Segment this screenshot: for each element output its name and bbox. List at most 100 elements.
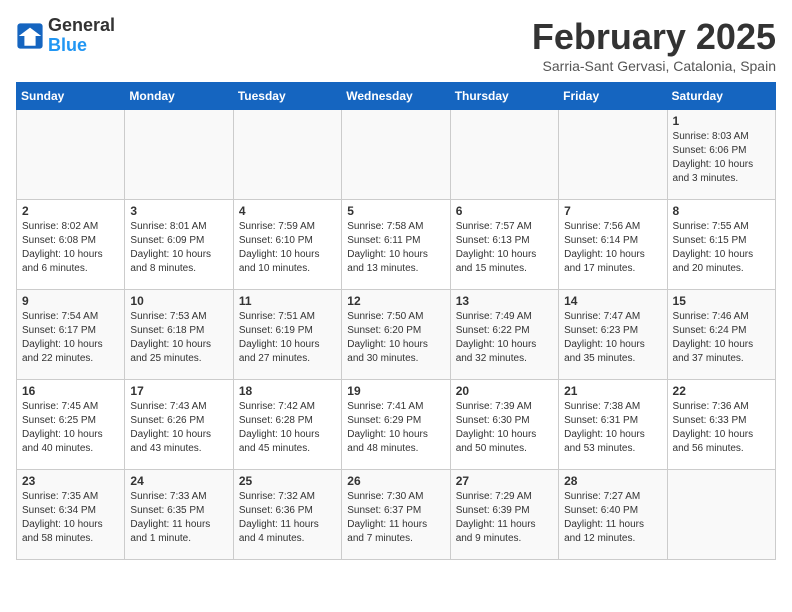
calendar-cell [667, 470, 775, 560]
day-info: Sunrise: 7:47 AM Sunset: 6:23 PM Dayligh… [564, 310, 661, 366]
day-header-friday: Friday [559, 83, 667, 110]
calendar-week-2: 9Sunrise: 7:54 AM Sunset: 6:17 PM Daylig… [17, 290, 776, 380]
calendar-cell [450, 110, 558, 200]
day-info: Sunrise: 7:38 AM Sunset: 6:31 PM Dayligh… [564, 400, 661, 456]
calendar-week-4: 23 Sunrise: 7:35 AM Sunset: 6:34 PM Dayli… [17, 470, 776, 560]
day-info: Sunrise: 7:51 AM Sunset: 6:19 PM Dayligh… [239, 310, 336, 366]
calendar-cell: 17 Sunrise: 7:43 AM Sunset: 6:26 PM Dayli… [125, 380, 233, 470]
calendar-cell [125, 110, 233, 200]
day-header-sunday: Sunday [17, 83, 125, 110]
calendar-cell: 21 Sunrise: 7:38 AM Sunset: 6:31 PM Dayli… [559, 380, 667, 470]
calendar-cell: 11 Sunrise: 7:51 AM Sunset: 6:19 PM Dayli… [233, 290, 341, 380]
day-info: Sunrise: 7:46 AM Sunset: 6:24 PM Dayligh… [673, 310, 770, 366]
calendar-cell: 10 Sunrise: 7:53 AM Sunset: 6:18 PM Dayli… [125, 290, 233, 380]
calendar-cell: 16 Sunrise: 7:45 AM Sunset: 6:25 PM Dayli… [17, 380, 125, 470]
day-number: 22 [673, 384, 770, 398]
day-info: Sunrise: 8:03 AM Sunset: 6:06 PM Dayligh… [673, 130, 770, 186]
day-number: 15 [673, 294, 770, 308]
calendar-cell: 8 Sunrise: 7:55 AM Sunset: 6:15 PM Daylig… [667, 200, 775, 290]
calendar-table: SundayMondayTuesdayWednesdayThursdayFrid… [16, 82, 776, 560]
calendar-cell: 1 Sunrise: 8:03 AM Sunset: 6:06 PM Daylig… [667, 110, 775, 200]
day-number: 6 [456, 204, 553, 218]
day-info: Sunrise: 7:43 AM Sunset: 6:26 PM Dayligh… [130, 400, 227, 456]
day-number: 26 [347, 474, 444, 488]
day-info: Sunrise: 7:58 AM Sunset: 6:11 PM Dayligh… [347, 220, 444, 276]
calendar-week-0: 1 Sunrise: 8:03 AM Sunset: 6:06 PM Daylig… [17, 110, 776, 200]
day-info: Sunrise: 7:30 AM Sunset: 6:37 PM Dayligh… [347, 490, 444, 546]
calendar-cell: 2 Sunrise: 8:02 AM Sunset: 6:08 PM Daylig… [17, 200, 125, 290]
day-info: Sunrise: 7:55 AM Sunset: 6:15 PM Dayligh… [673, 220, 770, 276]
day-info: Sunrise: 7:45 AM Sunset: 6:25 PM Dayligh… [22, 400, 119, 456]
calendar-cell: 20 Sunrise: 7:39 AM Sunset: 6:30 PM Dayli… [450, 380, 558, 470]
calendar-cell: 9Sunrise: 7:54 AM Sunset: 6:17 PM Daylig… [17, 290, 125, 380]
day-header-tuesday: Tuesday [233, 83, 341, 110]
day-info: Sunrise: 7:32 AM Sunset: 6:36 PM Dayligh… [239, 490, 336, 546]
day-header-wednesday: Wednesday [342, 83, 450, 110]
day-number: 18 [239, 384, 336, 398]
calendar-cell: 23 Sunrise: 7:35 AM Sunset: 6:34 PM Dayli… [17, 470, 125, 560]
calendar-cell: 28 Sunrise: 7:27 AM Sunset: 6:40 PM Dayli… [559, 470, 667, 560]
day-number: 27 [456, 474, 553, 488]
day-info: Sunrise: 7:27 AM Sunset: 6:40 PM Dayligh… [564, 490, 661, 546]
day-number: 14 [564, 294, 661, 308]
calendar-cell: 4Sunrise: 7:59 AM Sunset: 6:10 PM Daylig… [233, 200, 341, 290]
day-number: 24 [130, 474, 227, 488]
calendar-cell [233, 110, 341, 200]
day-number: 28 [564, 474, 661, 488]
logo-text: GeneralBlue [48, 16, 115, 56]
calendar-cell: 14 Sunrise: 7:47 AM Sunset: 6:23 PM Dayli… [559, 290, 667, 380]
day-info: Sunrise: 7:42 AM Sunset: 6:28 PM Dayligh… [239, 400, 336, 456]
day-info: Sunrise: 7:39 AM Sunset: 6:30 PM Dayligh… [456, 400, 553, 456]
calendar-cell: 13 Sunrise: 7:49 AM Sunset: 6:22 PM Dayli… [450, 290, 558, 380]
calendar-week-3: 16 Sunrise: 7:45 AM Sunset: 6:25 PM Dayli… [17, 380, 776, 470]
calendar-cell: 24Sunrise: 7:33 AM Sunset: 6:35 PM Dayli… [125, 470, 233, 560]
day-info: Sunrise: 8:02 AM Sunset: 6:08 PM Dayligh… [22, 220, 119, 276]
day-info: Sunrise: 7:53 AM Sunset: 6:18 PM Dayligh… [130, 310, 227, 366]
calendar-cell: 22 Sunrise: 7:36 AM Sunset: 6:33 PM Dayli… [667, 380, 775, 470]
location-subtitle: Sarria-Sant Gervasi, Catalonia, Spain [532, 58, 776, 74]
calendar-cell: 19Sunrise: 7:41 AM Sunset: 6:29 PM Dayli… [342, 380, 450, 470]
calendar-cell [559, 110, 667, 200]
day-number: 19 [347, 384, 444, 398]
day-number: 25 [239, 474, 336, 488]
calendar-cell: 3 Sunrise: 8:01 AM Sunset: 6:09 PM Daylig… [125, 200, 233, 290]
header-row: SundayMondayTuesdayWednesdayThursdayFrid… [17, 83, 776, 110]
day-number: 5 [347, 204, 444, 218]
day-info: Sunrise: 7:57 AM Sunset: 6:13 PM Dayligh… [456, 220, 553, 276]
day-number: 16 [22, 384, 119, 398]
day-number: 10 [130, 294, 227, 308]
day-number: 13 [456, 294, 553, 308]
day-info: Sunrise: 8:01 AM Sunset: 6:09 PM Dayligh… [130, 220, 227, 276]
day-number: 3 [130, 204, 227, 218]
day-info: Sunrise: 7:49 AM Sunset: 6:22 PM Dayligh… [456, 310, 553, 366]
day-number: 12 [347, 294, 444, 308]
day-info: Sunrise: 7:56 AM Sunset: 6:14 PM Dayligh… [564, 220, 661, 276]
day-header-saturday: Saturday [667, 83, 775, 110]
day-header-monday: Monday [125, 83, 233, 110]
calendar-cell: 12 Sunrise: 7:50 AM Sunset: 6:20 PM Dayli… [342, 290, 450, 380]
calendar-cell: 27 Sunrise: 7:29 AM Sunset: 6:39 PM Dayli… [450, 470, 558, 560]
title-block: February 2025 Sarria-Sant Gervasi, Catal… [532, 16, 776, 74]
day-number: 21 [564, 384, 661, 398]
day-info: Sunrise: 7:36 AM Sunset: 6:33 PM Dayligh… [673, 400, 770, 456]
day-info: Sunrise: 7:29 AM Sunset: 6:39 PM Dayligh… [456, 490, 553, 546]
day-info: Sunrise: 7:35 AM Sunset: 6:34 PM Dayligh… [22, 490, 119, 546]
day-number: 11 [239, 294, 336, 308]
day-number: 17 [130, 384, 227, 398]
page-header: GeneralBlue February 2025 Sarria-Sant Ge… [16, 16, 776, 74]
calendar-week-1: 2 Sunrise: 8:02 AM Sunset: 6:08 PM Daylig… [17, 200, 776, 290]
calendar-cell: 26 Sunrise: 7:30 AM Sunset: 6:37 PM Dayli… [342, 470, 450, 560]
calendar-cell: 7 Sunrise: 7:56 AM Sunset: 6:14 PM Daylig… [559, 200, 667, 290]
calendar-cell: 25 Sunrise: 7:32 AM Sunset: 6:36 PM Dayli… [233, 470, 341, 560]
day-number: 2 [22, 204, 119, 218]
day-number: 7 [564, 204, 661, 218]
day-number: 23 [22, 474, 119, 488]
day-number: 20 [456, 384, 553, 398]
calendar-cell: 6 Sunrise: 7:57 AM Sunset: 6:13 PM Daylig… [450, 200, 558, 290]
day-number: 1 [673, 114, 770, 128]
day-number: 8 [673, 204, 770, 218]
day-info: Sunrise: 7:50 AM Sunset: 6:20 PM Dayligh… [347, 310, 444, 366]
day-info: Sunrise: 7:54 AM Sunset: 6:17 PM Dayligh… [22, 310, 119, 366]
day-info: Sunrise: 7:59 AM Sunset: 6:10 PM Dayligh… [239, 220, 336, 276]
calendar-cell [342, 110, 450, 200]
